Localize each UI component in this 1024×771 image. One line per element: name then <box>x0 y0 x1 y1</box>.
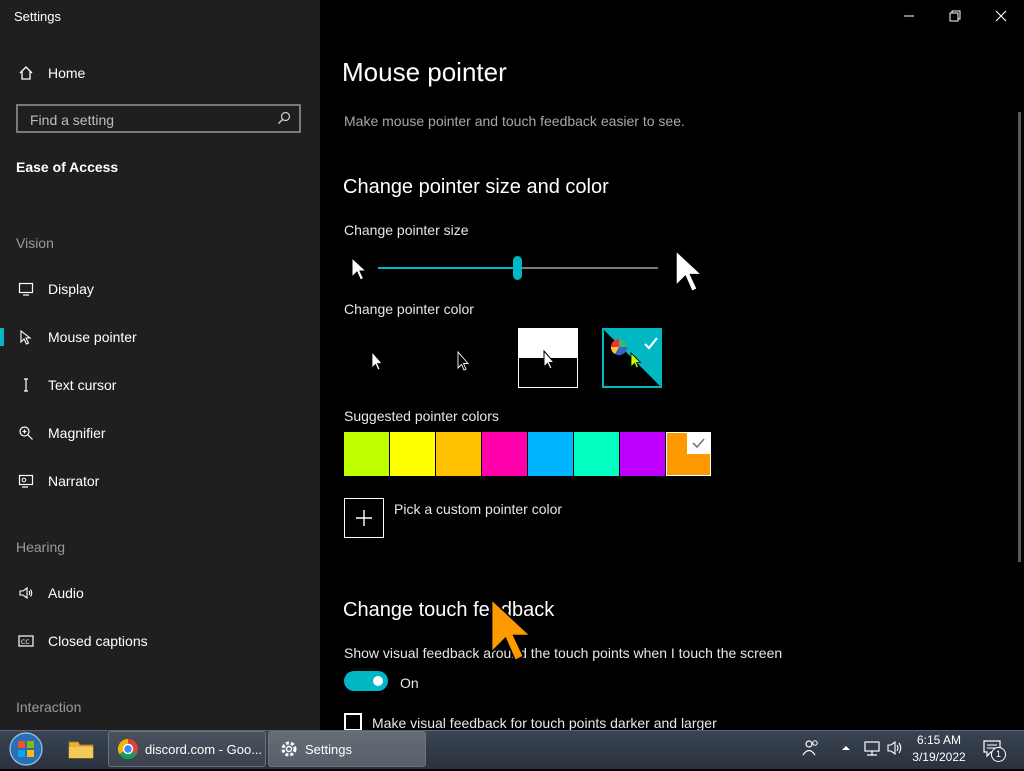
suggested-color-swatch[interactable] <box>574 432 619 476</box>
sidebar-item-label: Home <box>48 65 86 81</box>
touch-feedback-label: Show visual feedback around the touch po… <box>344 645 783 661</box>
suggested-color-swatch[interactable] <box>620 432 665 476</box>
close-icon <box>995 10 1007 22</box>
restore-button[interactable] <box>932 0 978 32</box>
pointer-color-inverted-option[interactable] <box>518 328 578 388</box>
network-icon[interactable] <box>862 738 882 758</box>
window-title: Settings <box>14 9 61 24</box>
sidebar-item-label: Text cursor <box>48 377 117 393</box>
minimize-button[interactable] <box>886 0 932 32</box>
category-title: Ease of Access <box>16 159 119 175</box>
chrome-icon <box>117 738 138 760</box>
sidebar-item-narrator[interactable]: Narrator <box>0 461 320 501</box>
orange-mouse-cursor-icon <box>490 597 533 662</box>
suggested-color-swatch[interactable] <box>436 432 481 476</box>
taskbar-item-label: discord.com - Goo... <box>145 741 263 757</box>
sidebar-item-display[interactable]: Display <box>0 269 320 309</box>
taskbar-item-chrome[interactable]: discord.com - Goo... <box>108 731 266 767</box>
section-heading-size-color: Change pointer size and color <box>343 176 609 198</box>
sidebar-item-home[interactable]: Home <box>0 53 320 93</box>
inverted-pointer-icon <box>543 349 556 370</box>
large-pointer-icon <box>674 248 705 294</box>
darker-feedback-label: Make visual feedback for touch points da… <box>372 715 717 731</box>
start-button[interactable] <box>8 732 44 766</box>
pointer-size-slider-track[interactable] <box>378 267 518 269</box>
sidebar-item-text-cursor[interactable]: Text cursor <box>0 365 320 405</box>
pointer-size-label: Change pointer size <box>344 222 469 238</box>
taskbar-item-settings[interactable]: Settings <box>268 731 426 767</box>
toggle-knob <box>373 676 383 686</box>
narrator-icon <box>17 472 35 490</box>
suggested-color-swatch[interactable] <box>344 432 389 476</box>
sidebar-item-label: Closed captions <box>48 633 148 649</box>
page-title: Mouse pointer <box>342 57 507 87</box>
folder-icon <box>68 741 94 759</box>
speaker-volume-icon[interactable] <box>886 738 906 758</box>
suggested-color-swatch[interactable] <box>390 432 435 476</box>
sidebar-item-audio[interactable]: Audio <box>0 573 320 613</box>
closed-captions-icon: CC <box>17 632 35 650</box>
custom-pointer-preview <box>604 330 660 386</box>
clock-time[interactable]: 6:15 AM <box>908 733 970 747</box>
scrollbar[interactable] <box>1018 112 1021 562</box>
search-input[interactable] <box>28 111 272 129</box>
active-indicator <box>0 328 4 346</box>
sidebar-item-magnifier[interactable]: Magnifier <box>0 413 320 453</box>
magnifier-icon <box>17 424 35 442</box>
gear-icon <box>281 741 297 757</box>
suggested-colors-label: Suggested pointer colors <box>344 408 499 424</box>
pointer-color-white-option[interactable] <box>344 328 404 388</box>
custom-color-button[interactable] <box>344 498 384 538</box>
sidebar-item-closed-captions[interactable]: CC Closed captions <box>0 621 320 661</box>
chevron-up-icon[interactable] <box>840 742 852 754</box>
pointer-size-slider-thumb[interactable] <box>513 256 522 280</box>
action-center-button[interactable]: 1 <box>982 739 1006 762</box>
windows-start-icon <box>9 732 43 766</box>
pointer-size-slider-rest[interactable] <box>522 267 658 269</box>
home-icon <box>17 64 35 82</box>
white-pointer-icon <box>371 350 383 371</box>
darker-feedback-checkbox[interactable] <box>344 713 362 731</box>
touch-feedback-toggle[interactable] <box>344 671 388 691</box>
sidebar-item-label: Mouse pointer <box>48 329 137 345</box>
sidebar-item-mouse-pointer[interactable]: Mouse pointer <box>0 317 320 357</box>
sidebar-item-label: Narrator <box>48 473 100 489</box>
suggested-color-swatch[interactable] <box>666 432 711 476</box>
speaker-icon <box>17 584 35 602</box>
section-header-interaction: Interaction <box>16 699 82 715</box>
custom-color-label[interactable]: Pick a custom pointer color <box>394 501 562 517</box>
black-pointer-icon <box>457 350 469 371</box>
sidebar-item-label: Display <box>48 281 94 297</box>
search-icon[interactable] <box>277 111 291 125</box>
monitor-icon <box>17 280 35 298</box>
pointer-color-black-option[interactable] <box>431 328 491 388</box>
notification-count-badge: 1 <box>991 747 1006 762</box>
toggle-state-label: On <box>400 675 419 691</box>
close-button[interactable] <box>978 0 1024 32</box>
pointer-color-custom-option[interactable] <box>602 328 662 388</box>
file-explorer-button[interactable] <box>66 735 96 763</box>
plus-icon <box>356 510 372 526</box>
sidebar-item-label: Magnifier <box>48 425 106 441</box>
svg-text:CC: CC <box>21 639 29 646</box>
suggested-color-swatch[interactable] <box>528 432 573 476</box>
mouse-pointer-icon <box>17 328 35 346</box>
text-cursor-icon <box>17 376 35 394</box>
sidebar-item-label: Audio <box>48 585 84 601</box>
minimize-icon <box>904 15 914 17</box>
suggested-color-swatch[interactable] <box>482 432 527 476</box>
small-pointer-icon <box>351 256 368 281</box>
section-header-hearing: Hearing <box>16 539 66 555</box>
search-box[interactable] <box>16 104 301 133</box>
restore-icon <box>949 10 961 22</box>
clock-date[interactable]: 3/19/2022 <box>908 750 970 764</box>
section-header-vision: Vision <box>16 235 54 251</box>
selected-check-icon <box>687 433 710 454</box>
taskbar-item-label: Settings <box>305 741 352 757</box>
page-description: Make mouse pointer and touch feedback ea… <box>344 113 685 129</box>
pointer-color-label: Change pointer color <box>344 301 474 317</box>
people-icon[interactable] <box>801 738 821 758</box>
